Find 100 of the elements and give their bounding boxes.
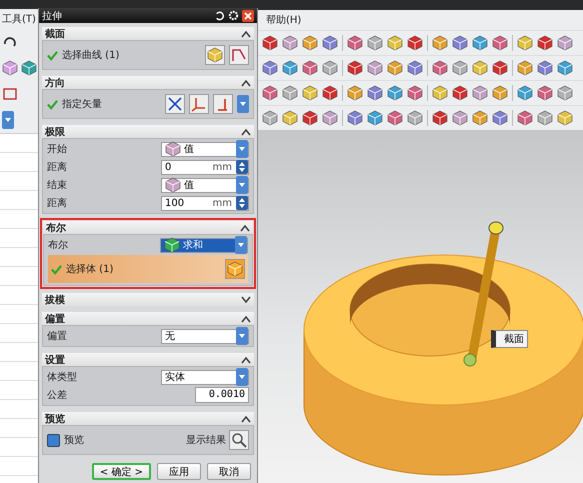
chevron-up-icon[interactable] [241,128,251,136]
menu-item[interactable]: 帮助(H) [266,13,302,27]
cube-icon[interactable] [262,110,278,126]
cube-icon[interactable] [432,85,448,101]
cube-icon[interactable] [517,60,533,76]
caret-icon[interactable] [2,111,14,129]
chevron-up-icon[interactable] [241,414,251,422]
settings-icon[interactable] [228,10,239,21]
section-header[interactable]: 截面 [42,27,254,40]
cube-icon[interactable] [407,85,423,101]
rectangle-icon[interactable] [2,86,18,102]
chevron-up-icon[interactable] [241,78,251,86]
cube-icon[interactable] [472,35,488,51]
section-header[interactable]: 设置 [42,353,254,366]
cube-icon[interactable] [407,35,423,51]
section-header[interactable]: 方向 [42,76,254,89]
checkbox[interactable] [47,434,60,446]
cube-icon[interactable] [347,110,363,126]
menu-item[interactable]: 工具(T) [0,9,38,29]
cube-icon[interactable] [557,35,573,51]
cube-icon[interactable] [557,60,573,76]
dialog-button[interactable]: < 确定 > [92,463,151,480]
close-icon[interactable] [242,10,254,22]
cube-icon[interactable] [302,110,318,126]
caret-icon[interactable] [236,140,248,158]
cube-icon[interactable] [262,85,278,101]
cube-icon[interactable] [517,110,533,126]
section-header[interactable]: 偏置 [42,312,254,325]
cube-icon[interactable] [407,60,423,76]
cube-icon[interactable] [557,110,573,126]
section-header[interactable]: 预览 [42,412,254,425]
cube-icon[interactable] [557,85,573,101]
dropdown[interactable]: 实体 [161,370,249,384]
cube-icon[interactable] [322,110,338,126]
spinner-icon[interactable] [236,196,248,210]
chevron-down-icon[interactable] [241,296,251,304]
dropdown[interactable]: 值 [161,142,249,156]
cube-icon[interactable] [262,60,278,76]
caret-icon[interactable] [236,327,248,345]
cube-icon[interactable] [452,85,468,101]
cube-icon[interactable] [387,85,403,101]
cube-icon[interactable] [322,85,338,101]
body-button[interactable] [225,259,245,279]
vector-button[interactable] [213,94,233,114]
chevron-up-icon[interactable] [241,30,251,38]
cube-icon[interactable] [537,110,553,126]
cube-icon[interactable] [347,60,363,76]
chevron-up-icon[interactable] [240,224,250,232]
cube-icon[interactable] [21,60,37,76]
cube-icon[interactable] [347,85,363,101]
cube-icon[interactable] [452,35,468,51]
input-field[interactable]: 0 mm [161,160,249,174]
cube-icon[interactable] [282,60,298,76]
dialog-button[interactable]: 取消 [207,463,251,480]
axis-button[interactable] [189,94,209,114]
cube-icon[interactable] [517,35,533,51]
cube-icon[interactable] [452,60,468,76]
cube-icon[interactable] [322,35,338,51]
cube-icon[interactable] [302,60,318,76]
spinner-icon[interactable] [236,160,248,174]
cube-icon[interactable] [282,35,298,51]
cube-icon[interactable] [537,85,553,101]
cube-icon[interactable] [347,35,363,51]
active-selection-row[interactable]: 选择体 (1) [48,255,248,283]
cube-icon[interactable] [367,85,383,101]
cube-icon[interactable] [432,60,448,76]
cube-icon[interactable] [472,110,488,126]
curve-button[interactable] [229,45,249,65]
dropdown[interactable]: 值 [161,178,249,192]
cube-icon[interactable] [492,85,508,101]
cube-icon[interactable] [432,110,448,126]
dialog-button[interactable]: 应用 [157,463,201,480]
cube-icon[interactable] [492,60,508,76]
reverse-button[interactable] [165,94,185,114]
section-header[interactable]: 极限 [42,125,254,138]
cube-icon[interactable] [472,60,488,76]
cube-icon[interactable] [387,110,403,126]
sketch-button[interactable] [205,45,225,65]
section-header[interactable]: 拔模 [42,293,254,306]
cube-icon[interactable] [432,35,448,51]
caret-icon[interactable] [236,368,248,386]
cube-icon[interactable] [537,60,553,76]
cube-icon[interactable] [452,110,468,126]
reset-icon[interactable] [214,10,225,21]
cube-icon[interactable] [282,110,298,126]
chevron-up-icon[interactable] [241,356,251,364]
input-field[interactable]: 0.0010 [195,387,249,403]
cube-icon[interactable] [367,60,383,76]
input-field[interactable]: 100 mm [161,196,249,210]
cube-icon[interactable] [407,110,423,126]
cube-icon[interactable] [387,60,403,76]
cube-icon[interactable] [472,85,488,101]
cube-icon[interactable] [492,110,508,126]
section-header[interactable]: 布尔 [43,221,253,234]
cube-icon[interactable] [387,35,403,51]
caret-icon[interactable] [235,236,247,254]
cube-icon[interactable] [537,35,553,51]
cube-icon[interactable] [367,35,383,51]
chevron-up-icon[interactable] [241,314,251,322]
cube-icon[interactable] [322,60,338,76]
